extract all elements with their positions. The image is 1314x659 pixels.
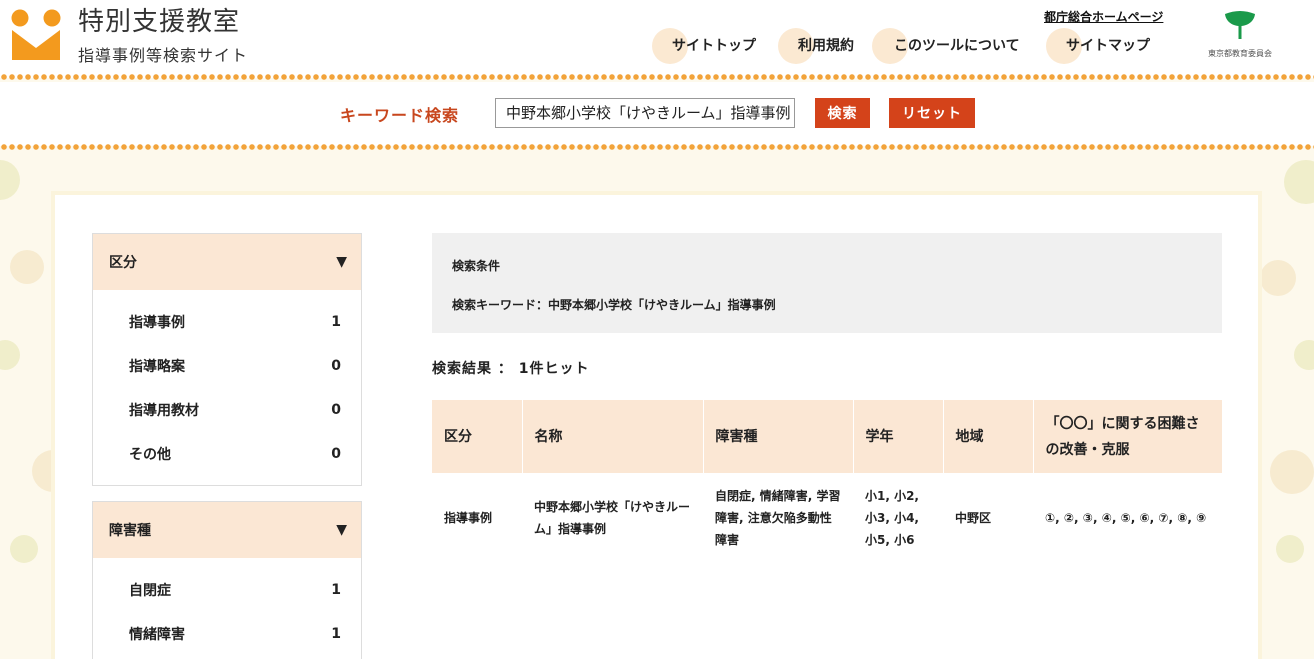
filter-item-count: 0: [331, 446, 341, 462]
result-count: 検索結果 ： 1件ヒット: [432, 361, 590, 377]
filter-category-header[interactable]: 区分 ▼: [93, 234, 361, 290]
filter-item-guidance-plan[interactable]: 指導略案 0: [93, 344, 361, 388]
bg-dot: [10, 250, 44, 284]
search-conditions: 検索条件 検索キーワード：中野本郷小学校「けやきルーム」指導事例: [432, 233, 1222, 333]
cell-region: 中野区: [943, 473, 1033, 563]
cell-difficulty: ①, ②, ③, ④, ⑤, ⑥, ⑦, ⑧, ⑨: [1033, 473, 1222, 563]
keyword-search-label: キーワード検索: [340, 106, 460, 125]
filter-item-label: 自閉症: [129, 583, 171, 599]
column-header: 地域: [943, 400, 1034, 473]
bg-dot: [1276, 535, 1304, 563]
column-header: 障害種: [703, 400, 854, 473]
bg-dot: [1284, 160, 1314, 204]
search-button[interactable]: 検索: [815, 98, 870, 128]
filter-item-label: その他: [129, 447, 171, 463]
bg-dot: [1260, 260, 1296, 296]
site-logo-icon[interactable]: [10, 8, 62, 62]
site-title: 特別支援教室: [78, 7, 241, 37]
bg-dot: [1270, 450, 1314, 494]
search-conditions-title: 検索条件: [452, 259, 501, 273]
filter-category: 区分 ▼ 指導事例 1 指導略案 0 指導用教材 0 その他 0: [92, 233, 362, 486]
bg-dot: [1294, 340, 1314, 370]
filter-disability-header[interactable]: 障害種 ▼: [93, 502, 361, 558]
filter-item-count: 0: [331, 402, 341, 418]
reset-button[interactable]: リセット: [889, 98, 975, 128]
cell-grade: 小1, 小2, 小3, 小4, 小5, 小6: [853, 473, 943, 563]
keyword-search-input[interactable]: 中野本郷小学校「けやきルーム」指導事例: [495, 98, 795, 128]
header-border: [0, 74, 1314, 80]
filter-item-other[interactable]: その他 0: [93, 432, 361, 476]
filter-category-title: 区分: [109, 255, 137, 271]
column-header: 学年: [853, 400, 944, 473]
cell-title-link[interactable]: 中野本郷小学校「けやきルーム」指導事例: [522, 473, 703, 563]
tokyo-board-name: 東京都教育委員会: [1208, 49, 1272, 58]
filter-item-label: 指導略案: [129, 359, 185, 375]
filter-item-count: 1: [331, 626, 341, 642]
table-row[interactable]: 指導事例 中野本郷小学校「けやきルーム」指導事例 自閉症, 情緒障害, 学習障害…: [432, 473, 1222, 563]
filter-item-label: 指導事例: [129, 315, 185, 331]
filter-item-count: 0: [331, 358, 341, 374]
ginkgo-leaf-icon: [1225, 11, 1255, 39]
filter-disability-title: 障害種: [109, 523, 151, 539]
collapse-triangle-icon: ▼: [336, 254, 347, 270]
filter-item-guidance-case[interactable]: 指導事例 1: [93, 300, 361, 344]
bg-dot: [0, 340, 20, 370]
tokyo-board-logo[interactable]: 東京都教育委員会: [1202, 10, 1278, 59]
collapse-triangle-icon: ▼: [336, 522, 347, 538]
keyword-search-value: 中野本郷小学校「けやきルーム」指導事例: [506, 104, 791, 122]
search-conditions-keyword: 検索キーワード：中野本郷小学校「けやきルーム」指導事例: [452, 298, 776, 312]
cell-category: 指導事例: [432, 473, 522, 563]
nav-site-top[interactable]: サイトトップ: [672, 28, 756, 64]
filter-item-emotional[interactable]: 情緒障害 1: [93, 612, 361, 656]
bg-dot: [10, 535, 38, 563]
filter-item-label: 情緒障害: [129, 627, 185, 643]
nav-terms[interactable]: 利用規約: [798, 28, 854, 64]
nav-sitemap[interactable]: サイトマップ: [1066, 28, 1150, 64]
site-logo-text[interactable]: 特別支援教室 指導事例等検索サイト: [78, 5, 248, 66]
filter-item-count: 1: [331, 314, 341, 330]
bg-dot: [0, 160, 20, 200]
table-header-row: 区分 名称 障害種 学年 地域 「〇〇」に関する困難さの改善・克服: [432, 400, 1222, 473]
results-table: 区分 名称 障害種 学年 地域 「〇〇」に関する困難さの改善・克服 指導事例 中…: [432, 400, 1222, 563]
keyword-search-bar: キーワード検索 中野本郷小学校「けやきルーム」指導事例 検索 リセット: [0, 82, 1314, 150]
column-header: 「〇〇」に関する困難さの改善・克服: [1033, 400, 1222, 473]
column-header: 区分: [432, 400, 523, 473]
filter-item-teaching-material[interactable]: 指導用教材 0: [93, 388, 361, 432]
filter-disability: 障害種 ▼ 自閉症 1 情緒障害 1: [92, 501, 362, 659]
searchbar-border: [0, 144, 1314, 150]
site-header: 特別支援教室 指導事例等検索サイト 都庁総合ホームページ サイトトップ 利用規約…: [0, 0, 1314, 80]
column-header: 名称: [522, 400, 704, 473]
site-subtitle: 指導事例等検索サイト: [78, 46, 249, 65]
nav-about-tool[interactable]: このツールについて: [894, 28, 1020, 64]
filter-item-label: 指導用教材: [129, 403, 199, 419]
filter-item-autism[interactable]: 自閉症 1: [93, 568, 361, 612]
cell-disability: 自閉症, 情緒障害, 学習障害, 注意欠陥多動性障害: [703, 473, 853, 563]
filter-item-count: 1: [331, 582, 341, 598]
tokyo-gov-link[interactable]: 都庁総合ホームページ: [1044, 8, 1163, 25]
